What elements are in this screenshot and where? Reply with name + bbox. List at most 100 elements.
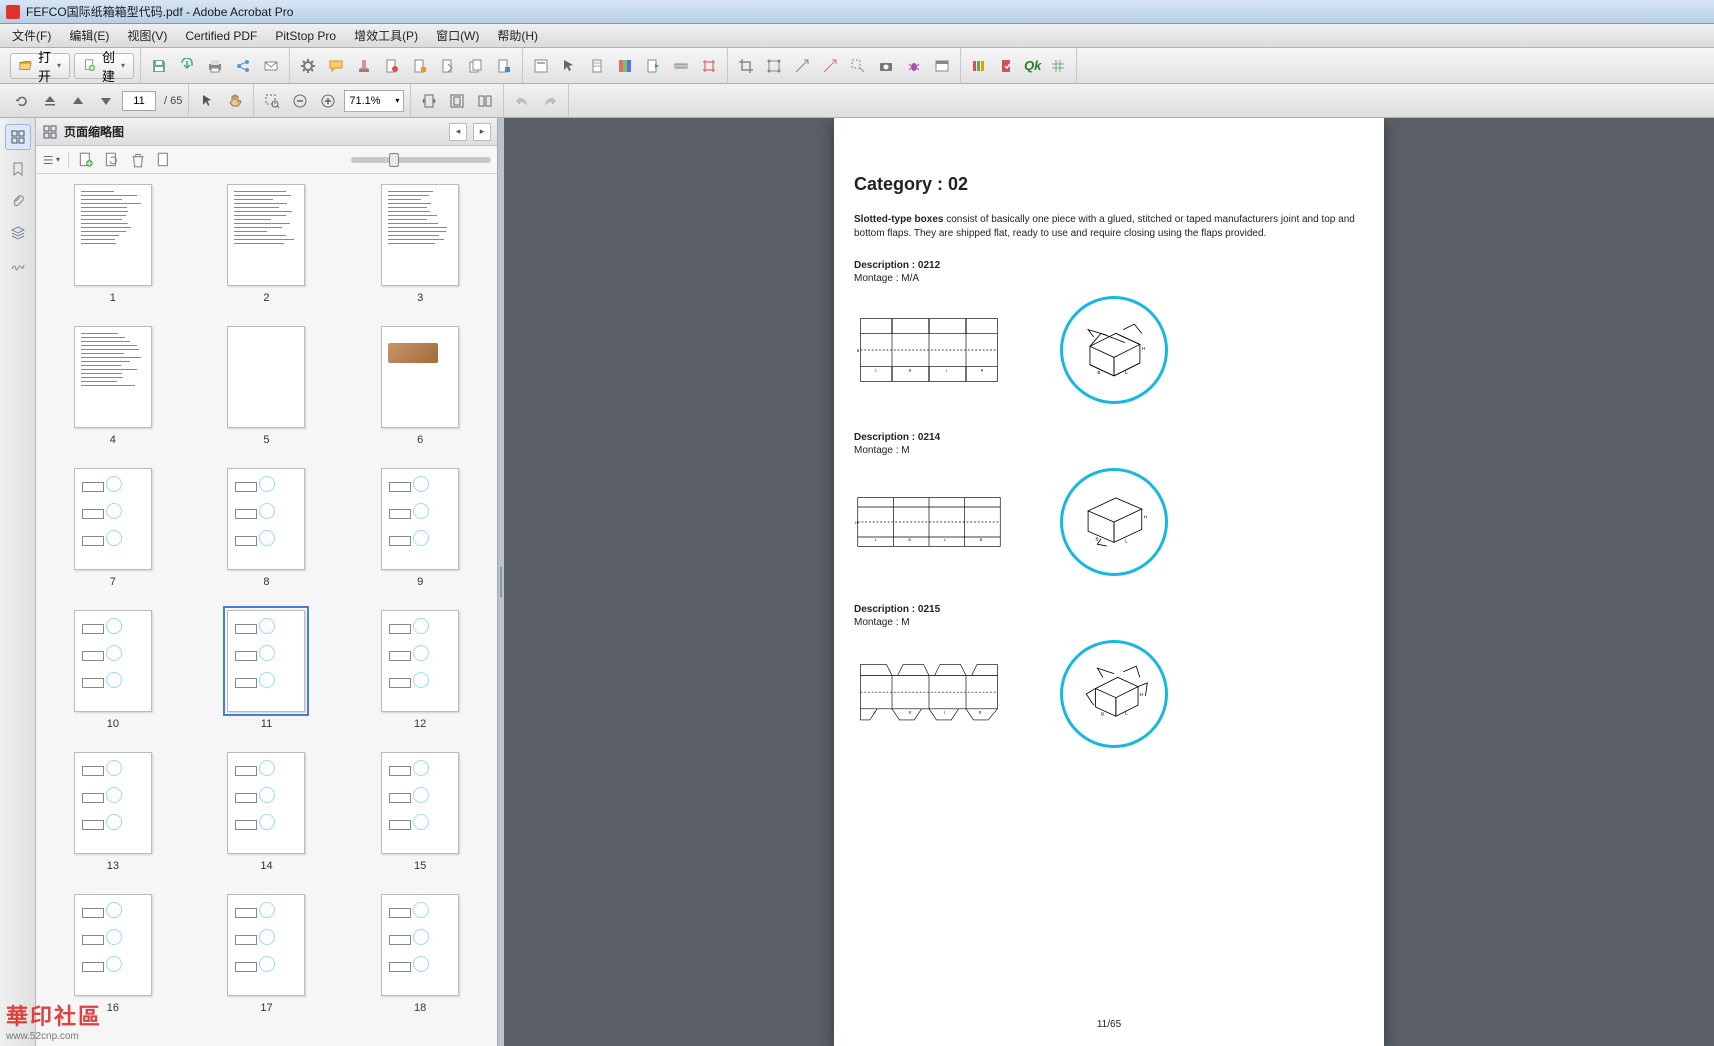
next-page-button[interactable] (94, 89, 118, 113)
menu-help[interactable]: 帮助(H) (489, 25, 546, 46)
tool-c2[interactable] (995, 54, 1019, 78)
thumbnail-10[interactable]: 10 (60, 610, 166, 730)
svg-text:L: L (1125, 370, 1128, 375)
thumbnail-16[interactable]: 16 (60, 894, 166, 1014)
comment-button[interactable] (324, 54, 348, 78)
fit-width-button[interactable] (417, 89, 441, 113)
doc-arrow-button[interactable] (436, 54, 460, 78)
svg-text:L: L (944, 538, 946, 542)
thumb-size-slider[interactable] (351, 157, 491, 163)
tool-b7[interactable] (902, 54, 926, 78)
doc-color-button[interactable] (492, 54, 516, 78)
thumbnail-scroll[interactable]: 123456789101112131415161718 (36, 174, 497, 1046)
mail-button[interactable] (259, 54, 283, 78)
panel-new[interactable] (77, 151, 95, 169)
redo-button[interactable] (538, 89, 562, 113)
tool-b5[interactable] (846, 54, 870, 78)
thumbnail-9[interactable]: 9 (367, 468, 473, 588)
undo-button[interactable] (510, 89, 534, 113)
tool-b8[interactable] (930, 54, 954, 78)
thumbnail-12[interactable]: 12 (367, 610, 473, 730)
menu-edit[interactable]: 编辑(E) (61, 25, 117, 46)
menu-file[interactable]: 文件(F) (4, 25, 59, 46)
panel-delete[interactable] (129, 151, 147, 169)
stamp-icon (356, 58, 372, 74)
tool-b1[interactable] (734, 54, 758, 78)
prev-page-button[interactable] (66, 89, 90, 113)
thumbnail-18[interactable]: 18 (367, 894, 473, 1014)
tool-c1[interactable] (967, 54, 991, 78)
thumbnail-2[interactable]: 2 (214, 184, 320, 304)
thumbnail-13[interactable]: 13 (60, 752, 166, 872)
thumbnail-17[interactable]: 17 (214, 894, 320, 1014)
open-button[interactable]: 打开 ▾ (10, 53, 70, 79)
thumbnail-11[interactable]: 11 (214, 610, 320, 730)
svg-text:L: L (1125, 710, 1128, 715)
menu-certified-pdf[interactable]: Certified PDF (177, 27, 265, 45)
tool-b2[interactable] (762, 54, 786, 78)
doc-check-button[interactable] (380, 54, 404, 78)
rotate-button[interactable] (10, 89, 34, 113)
stamp-button[interactable] (352, 54, 376, 78)
thumbnail-4[interactable]: 4 (60, 326, 166, 446)
menu-view[interactable]: 视图(V) (119, 25, 175, 46)
selection-tool[interactable] (195, 89, 219, 113)
share-button[interactable] (231, 54, 255, 78)
tool-a1[interactable] (529, 54, 553, 78)
layers-tab[interactable] (5, 220, 31, 246)
create-button[interactable]: 创建 ▾ (74, 53, 134, 79)
tool-a5[interactable] (641, 54, 665, 78)
tool-b3[interactable] (790, 54, 814, 78)
tool-a7[interactable] (697, 54, 721, 78)
doc-stack-icon (468, 58, 484, 74)
tool-b6[interactable] (874, 54, 898, 78)
tool-a3[interactable] (585, 54, 609, 78)
menu-pitstop[interactable]: PitStop Pro (267, 27, 344, 45)
doc-stack-button[interactable] (464, 54, 488, 78)
menu-plugins[interactable]: 增效工具(P) (346, 25, 426, 46)
tool-a2[interactable] (557, 54, 581, 78)
thumbnail-6[interactable]: 6 (367, 326, 473, 446)
signatures-tab[interactable] (5, 252, 31, 278)
two-page-button[interactable] (473, 89, 497, 113)
zoom-select[interactable]: 71.1%▾ (344, 90, 404, 112)
panel-title: 页面缩略图 (64, 123, 443, 140)
thumbnail-3[interactable]: 3 (367, 184, 473, 304)
thumbnail-7[interactable]: 7 (60, 468, 166, 588)
marquee-zoom[interactable] (260, 89, 284, 113)
slider-knob[interactable] (389, 153, 399, 167)
page-input[interactable] (122, 91, 156, 111)
hand-tool[interactable] (223, 89, 247, 113)
tool-a6[interactable] (669, 54, 693, 78)
zoom-value: 71.1% (349, 95, 380, 107)
window-icon (934, 58, 950, 74)
zoom-in-button[interactable] (316, 89, 340, 113)
document-viewer[interactable]: Category : 02 Slotted-type boxes consist… (504, 118, 1714, 1046)
quick-label[interactable]: Qk (1023, 54, 1042, 78)
panel-options[interactable]: ▾ (42, 151, 60, 169)
attachments-tab[interactable] (5, 188, 31, 214)
fit-page-button[interactable] (445, 89, 469, 113)
doc-lock-button[interactable] (408, 54, 432, 78)
panel-rotate[interactable] (103, 151, 121, 169)
zoom-out-button[interactable] (288, 89, 312, 113)
panel-next[interactable]: ▸ (473, 123, 491, 141)
thumbnail-15[interactable]: 15 (367, 752, 473, 872)
thumbnail-8[interactable]: 8 (214, 468, 320, 588)
menu-window[interactable]: 窗口(W) (428, 25, 487, 46)
grid-button[interactable] (1046, 54, 1070, 78)
thumbnail-5[interactable]: 5 (214, 326, 320, 446)
tool-b4[interactable] (818, 54, 842, 78)
thumbnail-14[interactable]: 14 (214, 752, 320, 872)
save-button[interactable] (147, 54, 171, 78)
panel-insert[interactable] (155, 151, 173, 169)
tool-a4[interactable] (613, 54, 637, 78)
bookmarks-tab[interactable] (5, 156, 31, 182)
print-button[interactable] (203, 54, 227, 78)
thumbnail-1[interactable]: 1 (60, 184, 166, 304)
export-button[interactable] (175, 54, 199, 78)
thumbnails-tab[interactable] (5, 124, 31, 150)
panel-prev[interactable]: ◂ (449, 123, 467, 141)
settings-button[interactable] (296, 54, 320, 78)
first-page-button[interactable] (38, 89, 62, 113)
